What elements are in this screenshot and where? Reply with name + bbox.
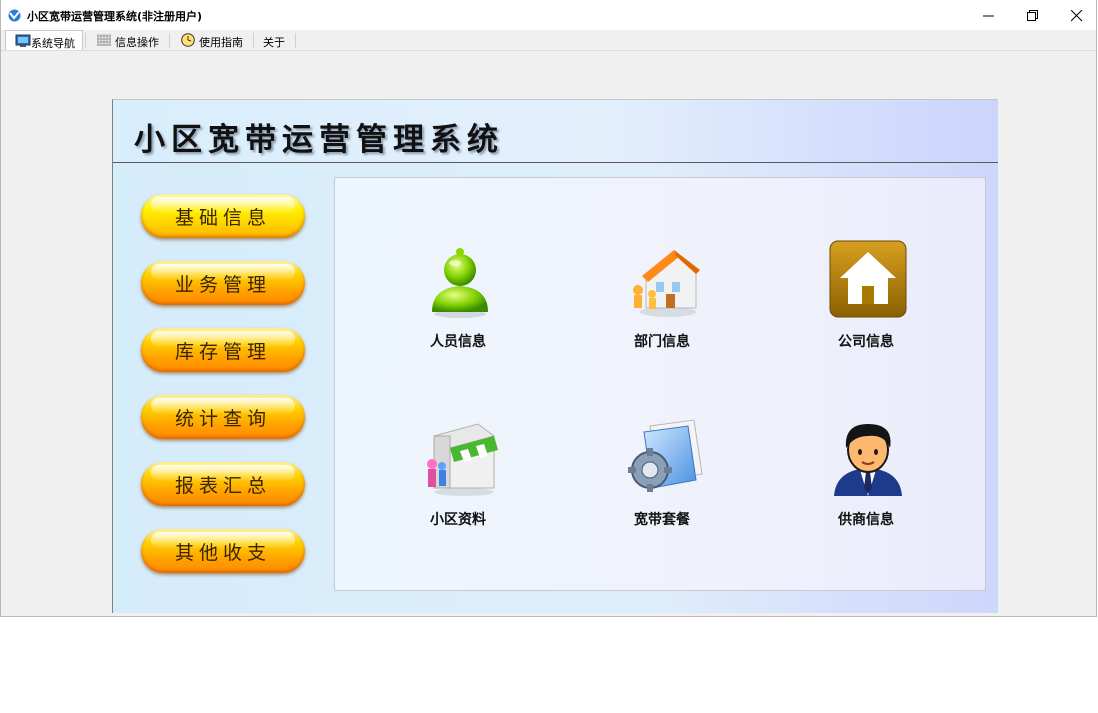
tile-personnel[interactable]: 人员信息 [398,240,518,360]
nav-label: 业务管理 [174,274,271,296]
menu-label: 关于 [263,36,285,49]
building-icon [633,250,700,317]
panel-header: 小区宽带运营管理系统 [113,100,998,163]
menu-separator [85,33,86,48]
menu-bar: 系统导航 信息操作 使用指南 关于 [1,30,1096,51]
restore-button[interactable] [1010,0,1056,30]
window-title: 小区宽带运营管理系统(非注册用户) [27,10,203,23]
menu-separator [295,33,296,48]
menu-label: 使用指南 [199,36,243,49]
title-bar: 小区宽带运营管理系统(非注册用户) [1,0,1096,30]
tile-label: 供商信息 [838,512,894,528]
minimize-icon [983,15,994,17]
nav-label: 库存管理 [174,341,271,363]
tile-supplier[interactable]: 供商信息 [806,418,926,538]
tile-label: 宽带套餐 [634,512,690,528]
nav-label: 基础信息 [174,207,271,229]
businessman-icon [834,424,902,496]
clock-icon [181,33,195,47]
home-icon [829,240,907,318]
nav-label: 报表汇总 [174,475,271,497]
main-panel: 小区宽带运营管理系统 基础信息 业务管理 库存管理 统计查询 报表汇总 其他收支 [112,99,998,613]
menu-system-nav[interactable]: 系统导航 [5,30,83,50]
menu-user-guide[interactable]: 使用指南 [171,30,251,50]
monitor-icon [15,34,31,47]
tile-department[interactable]: 部门信息 [602,240,722,360]
app-window: 小区宽带运营管理系统(非注册用户) 系统导航 信息操作 使用指南 关于 小区宽带… [0,0,1097,617]
tile-broadband-plan[interactable]: 宽带套餐 [602,418,722,538]
close-icon [1071,10,1083,22]
menu-info-ops[interactable]: 信息操作 [87,30,167,50]
tile-company[interactable]: 公司信息 [806,240,926,360]
nav-reports-button[interactable]: 报表汇总 [141,462,305,506]
shop-icon [427,423,498,496]
tile-label: 公司信息 [838,334,894,350]
nav-inventory-button[interactable]: 库存管理 [141,328,305,372]
nav-business-button[interactable]: 业务管理 [141,261,305,305]
nav-label: 其他收支 [174,542,271,564]
menu-separator [169,33,170,48]
tile-label: 人员信息 [430,334,486,350]
nav-other-income-button[interactable]: 其他收支 [141,529,305,573]
content-area: 人员信息 部门信息 公司信息 小区资料 宽带套餐 供商信息 [334,177,986,591]
close-button[interactable] [1054,0,1098,30]
menu-separator [253,33,254,48]
restore-icon [1027,10,1038,21]
system-title: 小区宽带运营管理系统 [134,122,504,158]
minimize-button[interactable] [966,0,1012,30]
tile-label: 部门信息 [634,334,690,350]
person-icon [432,248,488,318]
nav-basic-info-button[interactable]: 基础信息 [141,194,305,238]
menu-about[interactable]: 关于 [255,30,295,50]
nav-statistics-button[interactable]: 统计查询 [141,395,305,439]
nav-label: 统计查询 [174,408,271,430]
grid-icon [97,34,111,46]
app-icon [8,9,21,22]
gear-folder-icon [628,419,703,492]
tile-community[interactable]: 小区资料 [398,418,518,538]
menu-label: 系统导航 [31,37,75,50]
tile-label: 小区资料 [430,512,486,528]
menu-label: 信息操作 [115,36,159,49]
